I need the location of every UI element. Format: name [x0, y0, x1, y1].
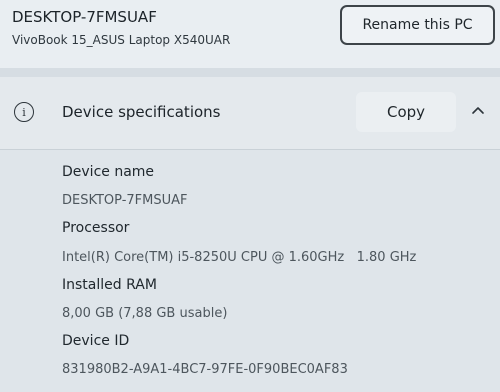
section-gap [0, 68, 500, 77]
spec-label-processor: Processor [62, 220, 130, 236]
device-specifications-list: Device name DESKTOP-7FMSUAF Processor In… [0, 150, 500, 392]
device-specifications-title: Device specifications [62, 103, 221, 121]
spec-label-installed-ram: Installed RAM [62, 277, 157, 293]
copy-button[interactable]: Copy [356, 92, 456, 132]
spec-value-processor: Intel(R) Core(TM) i5-8250U CPU @ 1.60GHz… [62, 250, 417, 265]
device-specifications-header[interactable]: i Device specifications Copy [0, 77, 500, 149]
rename-pc-button[interactable]: Rename this PC [340, 5, 495, 45]
spec-value-device-name: DESKTOP-7FMSUAF [62, 193, 188, 208]
pc-name: DESKTOP-7FMSUAF [12, 8, 157, 26]
spec-label-device-id: Device ID [62, 333, 130, 349]
spec-value-device-id: 831980B2-A9A1-4BC7-97FE-0F90BEC0AF83 [62, 362, 348, 377]
pc-model: VivoBook 15_ASUS Laptop X540UAR [12, 33, 231, 47]
spec-value-installed-ram: 8,00 GB (7,88 GB usable) [62, 306, 228, 321]
chevron-up-icon[interactable] [468, 100, 488, 120]
spec-label-device-name: Device name [62, 164, 155, 180]
info-icon: i [14, 102, 34, 122]
device-name-card: DESKTOP-7FMSUAF VivoBook 15_ASUS Laptop … [0, 0, 500, 68]
